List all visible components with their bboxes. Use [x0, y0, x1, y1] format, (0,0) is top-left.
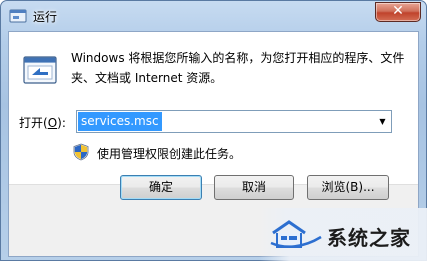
watermark: 系统之家 [259, 208, 427, 261]
open-input[interactable]: services.msc [78, 112, 162, 131]
open-label-prefix: 打开( [19, 116, 48, 130]
ok-button[interactable]: 确定 [120, 175, 202, 200]
open-label-suffix: ): [57, 116, 66, 130]
dropdown-arrow-icon[interactable]: ▼ [374, 111, 391, 132]
watermark-text: 系统之家 [327, 226, 411, 250]
close-button[interactable]: ✕ [375, 2, 421, 22]
open-label-accesskey: O [47, 116, 58, 130]
open-label: 打开(O): [19, 114, 66, 131]
browse-button[interactable]: 浏览(B)... [307, 175, 389, 200]
dialog-description: Windows 将根据您所输入的名称，为您打开相应的程序、文件夹、文档或 Int… [71, 51, 405, 85]
run-window-icon [23, 56, 57, 84]
close-icon: ✕ [392, 3, 404, 19]
house-logo-icon [270, 220, 322, 248]
run-dialog-window: 运行 ✕ Windows 将根据您所输入的名称，为您打开相应的程序、文件夹、文档… [0, 0, 427, 261]
cancel-button[interactable]: 取消 [214, 175, 294, 200]
admin-note: 使用管理权限创建此任务。 [97, 147, 242, 161]
uac-shield-icon [73, 143, 89, 161]
window-title: 运行 [33, 10, 58, 24]
title-bar[interactable]: 运行 ✕ [1, 1, 426, 31]
run-app-icon [9, 9, 27, 23]
open-combobox[interactable]: services.msc ▼ [76, 110, 392, 133]
